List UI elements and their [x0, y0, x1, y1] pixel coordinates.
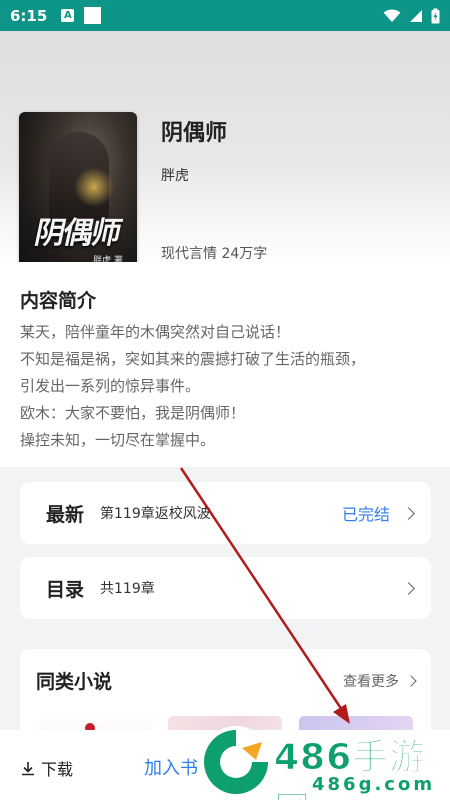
status-bar: 6:15 A: [0, 0, 450, 31]
site-watermark: 486手游网 486g.com: [196, 722, 450, 800]
book-title: 阴偶师: [161, 121, 228, 146]
download-icon: [22, 762, 34, 776]
intro-line: 欧木：大家不要怕，我是阴偶师！: [20, 404, 246, 422]
toc-chapter-count: 共119章: [100, 581, 155, 597]
similar-title: 同类小说: [36, 671, 113, 693]
latest-chapter-name: 第119章返校风波: [100, 506, 211, 522]
completion-status: 已完结: [341, 505, 390, 524]
intro-section: 内容简介 某天，陪伴童年的木偶突然对自己说话！ 不知是福是祸，突如其来的震撼打破…: [0, 262, 450, 467]
chevron-right-icon: [405, 674, 417, 687]
see-more-link[interactable]: 查看更多: [343, 671, 399, 691]
notification-square-icon: [84, 7, 102, 24]
watermark-logo-icon: [200, 726, 272, 798]
book-cover[interactable]: 阴偶师 胖虎 著: [19, 112, 137, 274]
app-notification-icon: A: [61, 9, 75, 22]
cover-title-art: 阴偶师: [31, 216, 123, 251]
add-to-shelf-button[interactable]: 加入书: [144, 754, 198, 780]
signal-icon: [410, 9, 422, 22]
download-label: 下载: [41, 760, 74, 779]
battery-icon: [431, 8, 440, 23]
book-author[interactable]: 胖虎: [161, 165, 189, 185]
watermark-domain: 486g.com: [312, 774, 436, 795]
cover-glow: [74, 167, 114, 207]
chevron-right-icon: [402, 581, 415, 595]
intro-title: 内容简介: [20, 290, 97, 312]
book-header: 阴偶师 胖虎 著 阴偶师 胖虎 现代言情 24万字: [0, 31, 450, 274]
intro-line: 某天，陪伴童年的木偶突然对自己说话！: [20, 323, 291, 341]
book-meta: 现代言情 24万字: [161, 246, 268, 262]
download-button[interactable]: 下载: [20, 756, 73, 780]
toc-label: 目录: [46, 578, 85, 601]
intro-line: 引发出一系列的惊异事件。: [20, 377, 201, 395]
latest-label: 最新: [46, 503, 85, 526]
toc-card[interactable]: 目录 共119章: [20, 557, 431, 619]
latest-chapter-card[interactable]: 最新 第119章返校风波 已完结: [20, 482, 431, 544]
status-time: 6:15: [10, 6, 48, 25]
intro-line: 操控未知，一切尽在掌握中。: [20, 431, 216, 449]
intro-line: 不知是福是祸，突如其来的震撼打破了生活的瓶颈，: [20, 350, 366, 368]
chevron-right-icon: [402, 506, 415, 520]
wifi-icon: [383, 9, 401, 22]
